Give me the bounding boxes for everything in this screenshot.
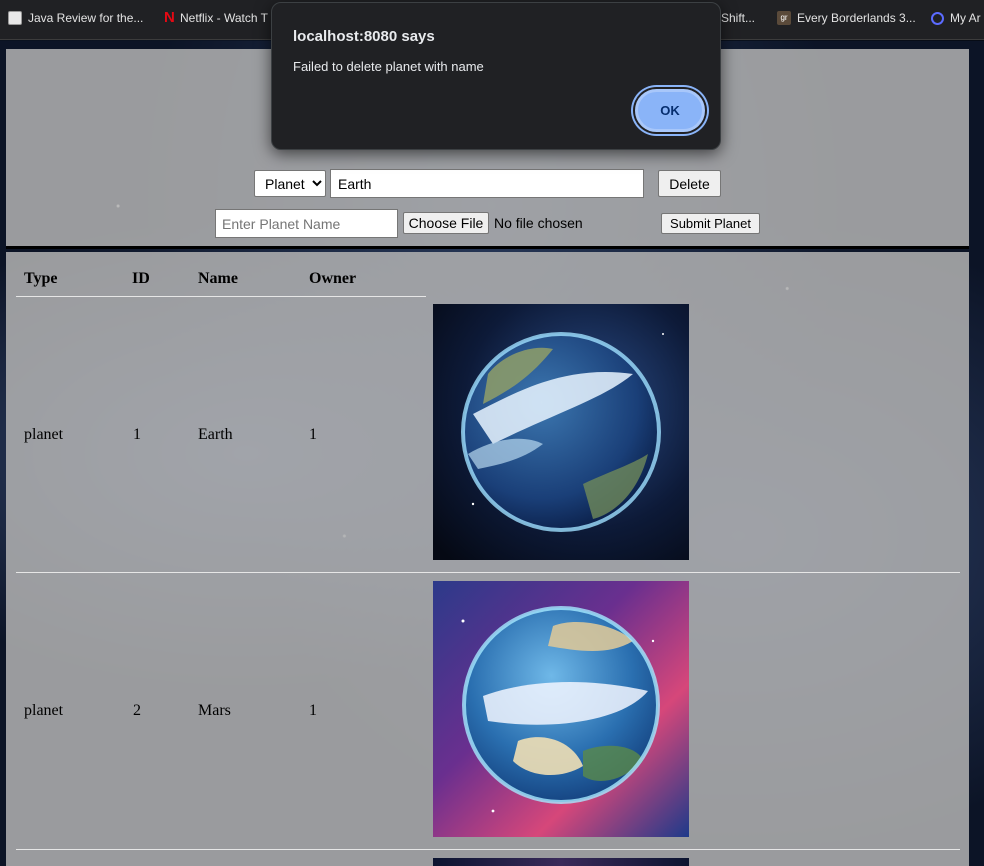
ok-button[interactable]: OK	[635, 89, 705, 132]
earth-planet-image	[433, 304, 689, 560]
bookmark-label: My Ar	[950, 11, 981, 25]
cell-name: Earth	[198, 426, 233, 443]
header-owner: Owner	[309, 270, 357, 287]
bookmark-java-review[interactable]: Java Review for the...	[8, 11, 143, 25]
header-divider	[16, 296, 426, 297]
cell-type: planet	[24, 426, 64, 443]
mars-planet-image	[433, 581, 689, 837]
file-status-text: No file chosen	[494, 215, 583, 231]
cell-owner: 1	[309, 702, 317, 719]
bookmark-label: Shift...	[721, 11, 756, 25]
bookmark-my-ar[interactable]: My Ar	[931, 11, 981, 25]
header-type: Type	[24, 270, 58, 287]
row-divider	[16, 572, 960, 573]
cell-name: Mars	[198, 702, 231, 719]
header-name: Name	[198, 270, 238, 287]
alert-title: localhost:8080 says	[293, 28, 435, 45]
cell-id: 1	[133, 426, 141, 443]
delete-button[interactable]: Delete	[658, 170, 721, 197]
bookmark-shift[interactable]: Shift...	[721, 11, 755, 25]
bookmark-label: Java Review for the...	[28, 11, 144, 25]
java-icon	[8, 11, 22, 25]
name-input[interactable]	[330, 169, 644, 198]
planet-name-input[interactable]	[215, 209, 398, 238]
bookmark-label: Netflix - Watch T	[180, 11, 269, 25]
cell-owner: 1	[309, 426, 317, 443]
row-divider	[16, 849, 960, 850]
cell-type: planet	[24, 702, 64, 719]
bookmark-label: Every Borderlands 3...	[797, 11, 916, 25]
cell-id: 2	[133, 702, 141, 719]
bookmark-borderlands[interactable]: gr Every Borderlands 3...	[777, 11, 916, 25]
header-id: ID	[132, 270, 150, 287]
q-icon	[931, 11, 944, 25]
alert-dialog: localhost:8080 says Failed to delete pla…	[271, 2, 721, 150]
bookmark-netflix[interactable]: N Netflix - Watch T	[164, 9, 269, 26]
type-select[interactable]: Planet	[254, 170, 326, 197]
submit-planet-button[interactable]: Submit Planet	[661, 213, 760, 234]
netflix-icon: N	[164, 9, 175, 26]
gr-icon: gr	[777, 11, 791, 25]
choose-file-button[interactable]: Choose File	[403, 212, 489, 234]
alert-message: Failed to delete planet with name	[293, 59, 484, 74]
planet-image-partial	[433, 858, 689, 866]
